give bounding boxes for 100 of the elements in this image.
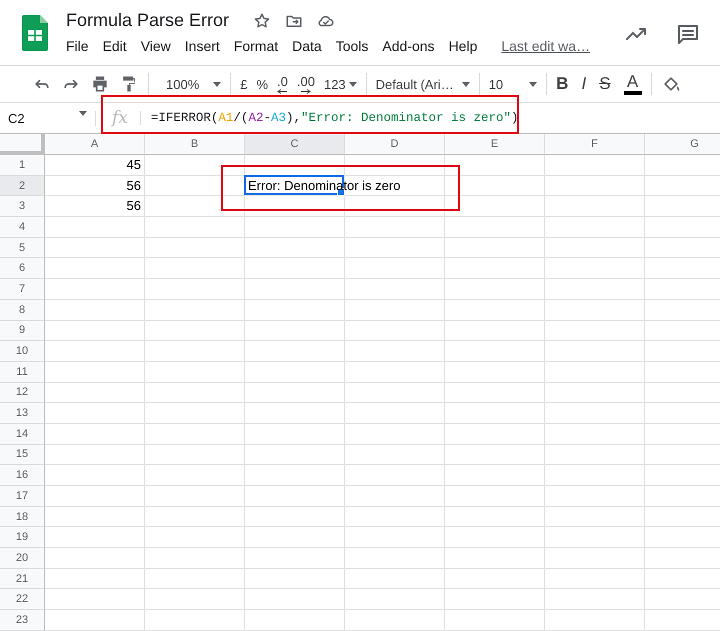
select-all-corner[interactable] [0,134,45,155]
font-select[interactable]: Default (Ari… [376,76,470,92]
table-cell[interactable] [545,527,645,548]
table-cell[interactable] [145,258,245,280]
row-header[interactable]: 23 [0,610,45,631]
table-cell[interactable] [545,320,645,342]
table-cell[interactable] [345,196,445,218]
table-cell[interactable] [445,527,545,548]
table-cell[interactable] [445,548,545,569]
table-cell[interactable] [145,424,245,445]
row-header[interactable]: 3 [0,196,45,218]
table-cell[interactable] [445,176,545,196]
caret-icon[interactable] [348,82,357,86]
star-icon[interactable] [253,12,272,30]
row-header[interactable]: 21 [0,568,45,590]
table-cell[interactable] [145,196,245,218]
increase-decimals-button[interactable]: .00 [296,74,315,94]
table-cell[interactable] [545,176,645,196]
table-cell[interactable] [345,238,445,258]
document-title[interactable]: Formula Parse Error [66,10,230,31]
table-cell[interactable] [345,610,445,631]
column-header[interactable]: A [45,134,145,155]
column-header[interactable]: E [445,134,545,155]
table-cell[interactable] [45,362,145,383]
caret-icon[interactable] [79,110,87,116]
table-cell[interactable] [245,527,345,548]
table-cell[interactable] [345,486,445,507]
table-cell[interactable] [245,341,345,362]
table-cell[interactable] [545,486,645,507]
table-cell[interactable] [545,382,645,404]
row-header[interactable]: 2 [0,176,45,196]
table-cell[interactable] [345,320,445,342]
table-cell[interactable] [45,568,145,590]
table-cell[interactable] [445,465,545,486]
table-cell[interactable] [45,465,145,486]
text-color-button[interactable]: A [624,73,642,95]
table-cell[interactable] [545,362,645,383]
table-cell[interactable] [245,258,345,280]
menu-item[interactable]: Edit [102,38,127,54]
row-header[interactable]: 13 [0,403,45,424]
column-header[interactable]: F [545,134,645,155]
table-cell[interactable] [545,589,645,610]
table-cell[interactable] [545,300,645,320]
table-cell[interactable] [145,217,245,238]
table-cell[interactable] [45,217,145,238]
row-header[interactable]: 20 [0,548,45,569]
percent-button[interactable]: % [256,76,268,92]
table-cell[interactable] [245,217,345,238]
table-cell[interactable] [345,444,445,466]
table-cell[interactable] [245,568,345,590]
table-cell[interactable] [45,424,145,445]
cell-reference[interactable]: C2 [8,110,25,126]
table-cell[interactable] [445,506,545,528]
table-cell[interactable] [445,258,545,280]
table-cell[interactable] [45,382,145,404]
table-cell[interactable] [445,217,545,238]
currency-button[interactable]: £ [240,76,248,92]
menu-item[interactable]: Data [292,38,322,54]
table-cell[interactable] [545,217,645,238]
table-cell[interactable] [245,382,345,404]
row-header[interactable]: 15 [0,444,45,466]
table-cell[interactable] [345,258,445,280]
table-cell[interactable] [145,300,245,320]
caret-icon[interactable] [529,82,538,86]
table-cell[interactable] [345,300,445,320]
table-cell[interactable] [245,362,345,383]
row-header[interactable]: 4 [0,217,45,238]
table-cell[interactable] [145,548,245,569]
table-cell[interactable] [145,610,245,631]
table-cell[interactable] [45,506,145,528]
table-cell[interactable] [245,196,345,218]
table-cell[interactable] [545,444,645,466]
table-cell[interactable] [45,403,145,424]
menu-item[interactable]: Add-ons [382,38,435,54]
table-cell[interactable] [445,568,545,590]
table-cell[interactable] [445,279,545,300]
table-cell[interactable] [445,155,545,176]
table-cell[interactable] [345,424,445,445]
table-cell[interactable] [445,486,545,507]
table-cell[interactable] [245,320,345,342]
table-cell[interactable] [445,424,545,445]
table-cell[interactable] [45,279,145,300]
table-cell[interactable] [45,589,145,610]
table-cell[interactable] [545,279,645,300]
table-cell[interactable] [445,610,545,631]
table-cell[interactable] [245,403,345,424]
row-header[interactable]: 10 [0,341,45,362]
table-cell[interactable] [145,527,245,548]
table-cell[interactable] [45,486,145,507]
table-cell[interactable] [145,279,245,300]
table-cell[interactable] [145,486,245,507]
row-header[interactable]: 14 [0,424,45,445]
column-header[interactable]: C [245,134,345,155]
column-header[interactable]: D [345,134,445,155]
row-header[interactable]: 7 [0,279,45,300]
column-header[interactable]: G [645,134,720,155]
table-cell[interactable] [145,506,245,528]
table-cell[interactable] [345,568,445,590]
table-cell[interactable] [445,382,545,404]
table-cell[interactable] [245,300,345,320]
